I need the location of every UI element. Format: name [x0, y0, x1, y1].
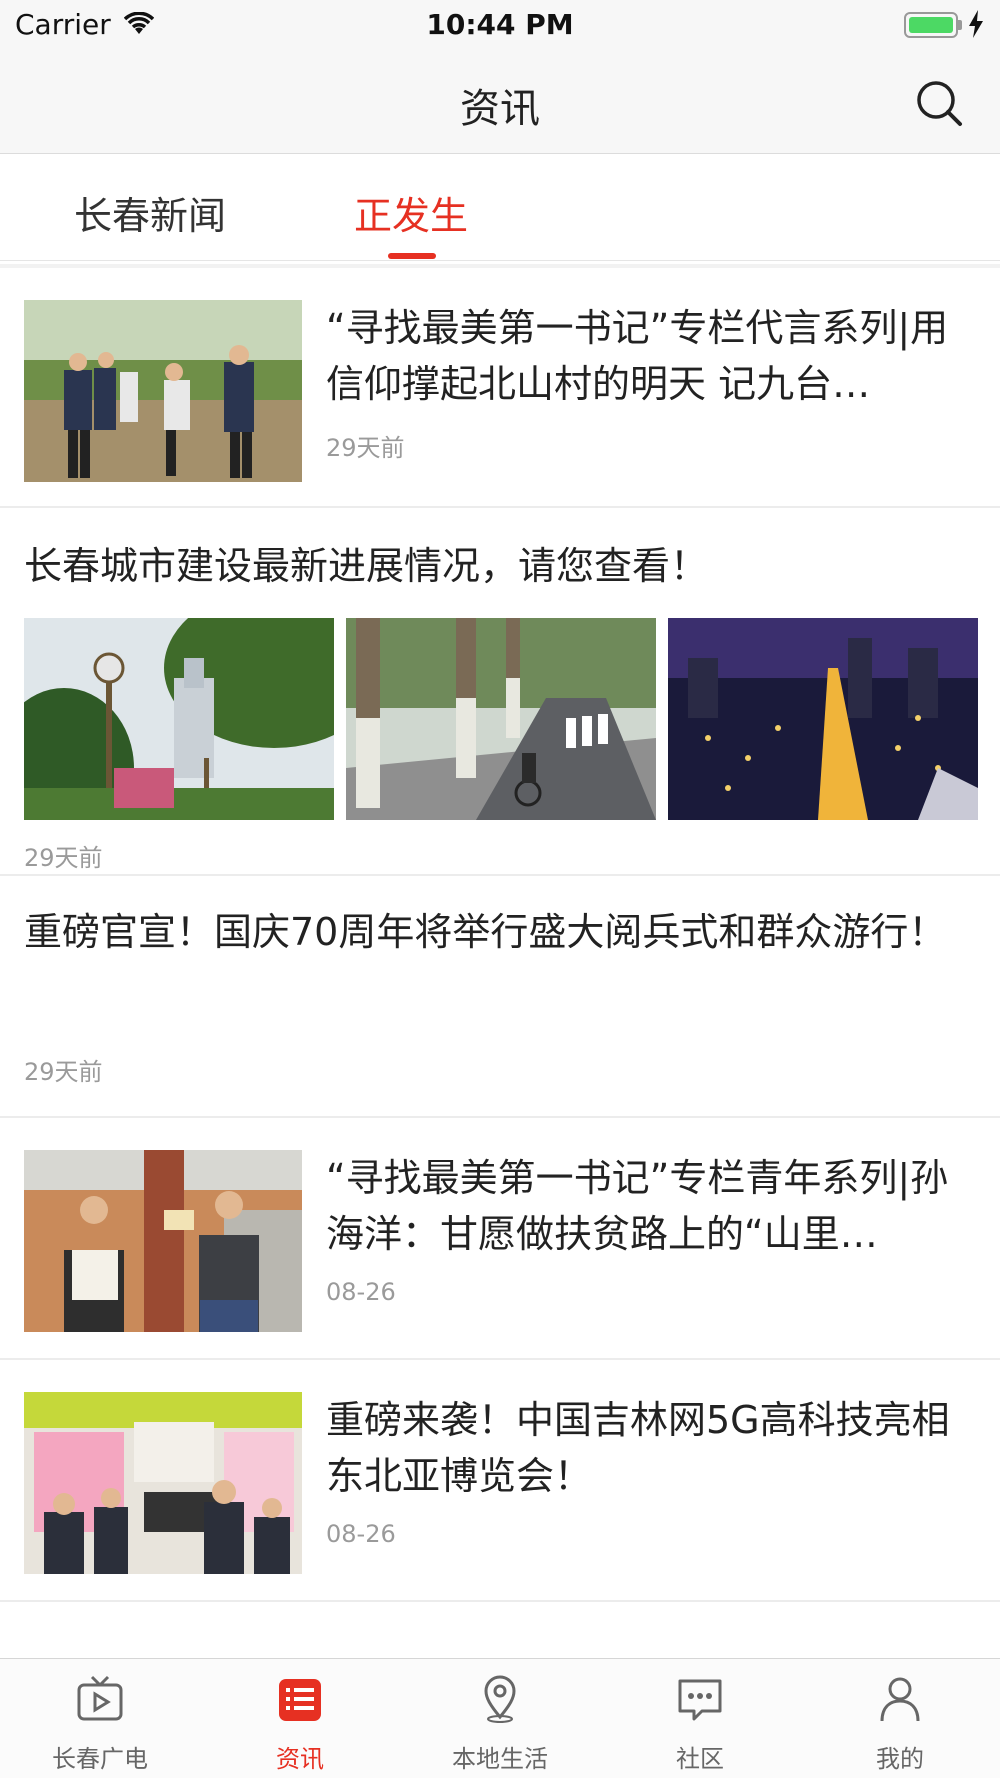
battery-icon [904, 12, 958, 38]
tabbar-item-guangdian[interactable]: 长春广电 [0, 1659, 200, 1778]
news-title: 重磅官宣！国庆70周年将举行盛大阅兵式和群众游行！ [24, 910, 947, 954]
news-image [24, 618, 334, 820]
news-title: “寻找最美第一书记”专栏青年系列|孙海洋：甘愿做扶贫路上的“山里… [326, 1156, 949, 1256]
news-item[interactable]: 长春城市建设最新进展情况，请您查看！ 29天前 [0, 508, 1000, 876]
news-image [346, 618, 656, 820]
tabbar-label: 社区 [676, 1745, 724, 1773]
tabbar-item-local-life[interactable]: 本地生活 [400, 1659, 600, 1778]
charging-icon [969, 10, 983, 38]
search-icon[interactable] [912, 76, 968, 132]
news-title: 重磅来袭！中国吉林网5G高科技亮相东北亚博览会！ [326, 1398, 950, 1498]
tabbar-label: 长春广电 [52, 1745, 148, 1773]
active-tab-indicator [388, 253, 436, 259]
navigation-bar: 资讯 [0, 50, 1000, 154]
news-item[interactable]: 重磅官宣！国庆70周年将举行盛大阅兵式和群众游行！ 29天前 [0, 876, 1000, 1118]
tabbar-label: 我的 [876, 1745, 924, 1773]
tabbar-label: 本地生活 [452, 1745, 548, 1773]
category-tabs: 长春新闻 正发生 [0, 155, 1000, 261]
news-item[interactable]: “寻找最美第一书记”专栏青年系列|孙海洋：甘愿做扶贫路上的“山里… 08-26 [0, 1118, 1000, 1360]
news-time: 29天前 [24, 1058, 103, 1086]
status-time: 10:44 PM [426, 8, 574, 41]
chat-icon [678, 1679, 722, 1721]
news-time: 29天前 [326, 434, 405, 462]
bottom-tab-bar: 长春广电 资讯 本地生活 社区 我的 [0, 1658, 1000, 1778]
tab-changchun-news[interactable]: 长春新闻 [74, 185, 226, 240]
news-thumbnail [24, 1150, 302, 1332]
news-image [668, 618, 978, 820]
news-item[interactable]: “寻找最美第一书记”专栏代言系列|用信仰撑起北山村的明天 记九台… 29天前 [0, 268, 1000, 508]
news-time: 29天前 [24, 844, 103, 872]
list-icon [279, 1679, 321, 1721]
news-time: 08-26 [326, 1278, 396, 1306]
tabbar-item-mine[interactable]: 我的 [800, 1659, 1000, 1778]
location-icon [484, 1675, 516, 1723]
tabbar-label: 资讯 [276, 1745, 324, 1773]
person-icon [880, 1677, 920, 1722]
status-bar: Carrier 10:44 PM [0, 0, 1000, 50]
tv-icon [77, 1675, 123, 1721]
tabbar-item-news[interactable]: 资讯 [200, 1659, 400, 1778]
news-item[interactable]: 重磅来袭！中国吉林网5G高科技亮相东北亚博览会！ 08-26 [0, 1360, 1000, 1602]
news-title: 长春城市建设最新进展情况，请您查看！ [24, 544, 709, 588]
battery-cap [958, 20, 962, 30]
page-title: 资讯 [460, 86, 540, 132]
tabbar-item-community[interactable]: 社区 [600, 1659, 800, 1778]
tab-happening-now[interactable]: 正发生 [354, 185, 468, 240]
news-title: “寻找最美第一书记”专栏代言系列|用信仰撑起北山村的明天 记九台… [326, 306, 949, 406]
news-time: 08-26 [326, 1520, 396, 1548]
news-thumbnail [24, 1392, 302, 1574]
news-thumbnail [24, 300, 302, 482]
